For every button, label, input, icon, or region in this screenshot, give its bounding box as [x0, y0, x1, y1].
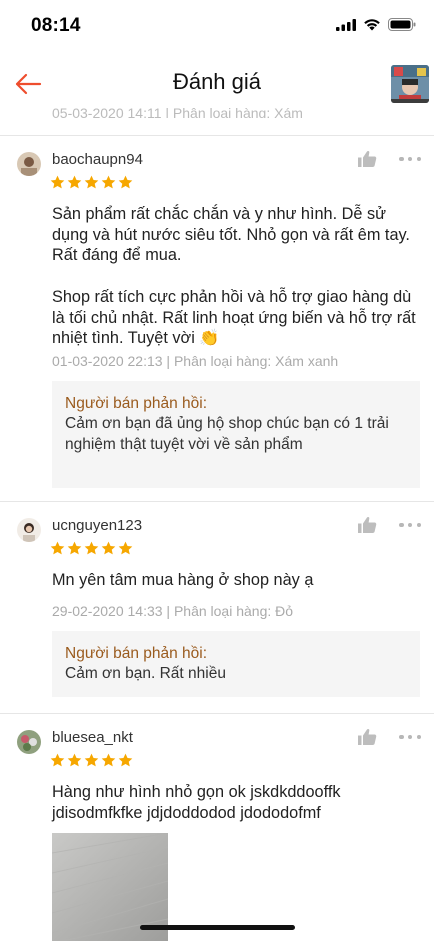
battery-icon: [388, 18, 416, 31]
seller-reply-label: Người bán phản hồi:: [65, 645, 208, 662]
seller-reply: Người bán phản hồi: Cảm ơn bạn đã ủng hộ…: [52, 381, 420, 488]
seller-reply-label: Người bán phản hồi:: [65, 395, 208, 412]
star-icon: [101, 175, 116, 189]
star-icon: [84, 175, 99, 189]
review-meta: 29-02-2020 14:33 | Phân loại hàng: Đỏ: [52, 603, 294, 619]
cellular-signal-icon: [336, 18, 356, 31]
seller-reply: Người bán phản hồi: Cảm ơn bạn. Rất nhiề…: [52, 631, 420, 697]
star-icon: [101, 753, 116, 767]
star-icon: [101, 541, 116, 555]
star-icon: [118, 175, 133, 189]
seller-reply-text: Cảm ơn bạn. Rất nhiều: [65, 665, 226, 682]
more-options-icon[interactable]: [399, 155, 421, 163]
star-icon: [67, 175, 82, 189]
status-time: 08:14: [31, 15, 81, 36]
avatar[interactable]: [17, 730, 41, 754]
divider: [0, 713, 434, 714]
star-icon: [84, 541, 99, 555]
star-icon: [67, 753, 82, 767]
seller-reply-text: Cảm ơn bạn đã ủng hộ shop chúc bạn có 1 …: [65, 415, 389, 453]
more-options-icon[interactable]: [399, 521, 421, 529]
rating-stars: [50, 753, 133, 768]
avatar[interactable]: [17, 152, 41, 176]
review-text: Sản phẩm rất chắc chắn và y như hình. Dễ…: [52, 204, 424, 349]
review-text: Hàng như hình nhỏ gọn ok jskdkddooffk jd…: [52, 782, 372, 823]
rating-stars: [50, 541, 133, 556]
page-title: Đánh giá: [172, 69, 262, 94]
star-icon: [50, 175, 65, 189]
star-icon: [118, 541, 133, 555]
divider: [0, 135, 434, 136]
star-icon: [67, 541, 82, 555]
rating-stars: [50, 175, 133, 190]
review-paragraph: Shop rất tích cực phản hồi và hỗ trợ gia…: [52, 287, 416, 348]
home-indicator[interactable]: [140, 925, 295, 930]
user-avatar-icon: [17, 152, 41, 176]
product-photo-icon: [391, 65, 429, 103]
star-icon: [84, 753, 99, 767]
user-avatar-icon: [17, 730, 41, 754]
review-text: Mn yên tâm mua hàng ở shop này ạ: [52, 570, 424, 591]
more-options-icon[interactable]: [399, 733, 421, 741]
star-icon: [50, 541, 65, 555]
thumbs-up-icon[interactable]: [357, 516, 377, 534]
product-thumbnail[interactable]: [391, 65, 429, 103]
previous-review-meta: 05-03-2020 14:11 | Phân loại hàng: Xám: [52, 106, 303, 118]
thumbs-up-icon[interactable]: [357, 150, 377, 168]
username: bluesea_nkt: [52, 729, 133, 746]
review-meta: 01-03-2020 22:13 | Phân loại hàng: Xám x…: [52, 353, 339, 369]
review-paragraph: Sản phẩm rất chắc chắn và y như hình. Dễ…: [52, 205, 410, 265]
nav-bar: Đánh giá: [0, 54, 434, 114]
username: ucnguyen123: [52, 517, 143, 534]
thumbs-up-icon[interactable]: [357, 728, 377, 746]
star-icon: [118, 753, 133, 767]
status-bar: 08:14: [0, 0, 434, 54]
user-avatar-icon: [17, 518, 41, 542]
username: baochaupn94: [52, 151, 143, 168]
star-icon: [50, 753, 65, 767]
review-paragraph: Hàng như hình nhỏ gọn ok jskdkddooffk jd…: [52, 783, 341, 822]
status-icons: [336, 18, 416, 31]
wifi-icon: [364, 19, 380, 31]
review-paragraph: Mn yên tâm mua hàng ở shop này ạ: [52, 571, 314, 589]
divider: [0, 501, 434, 502]
avatar[interactable]: [17, 518, 41, 542]
